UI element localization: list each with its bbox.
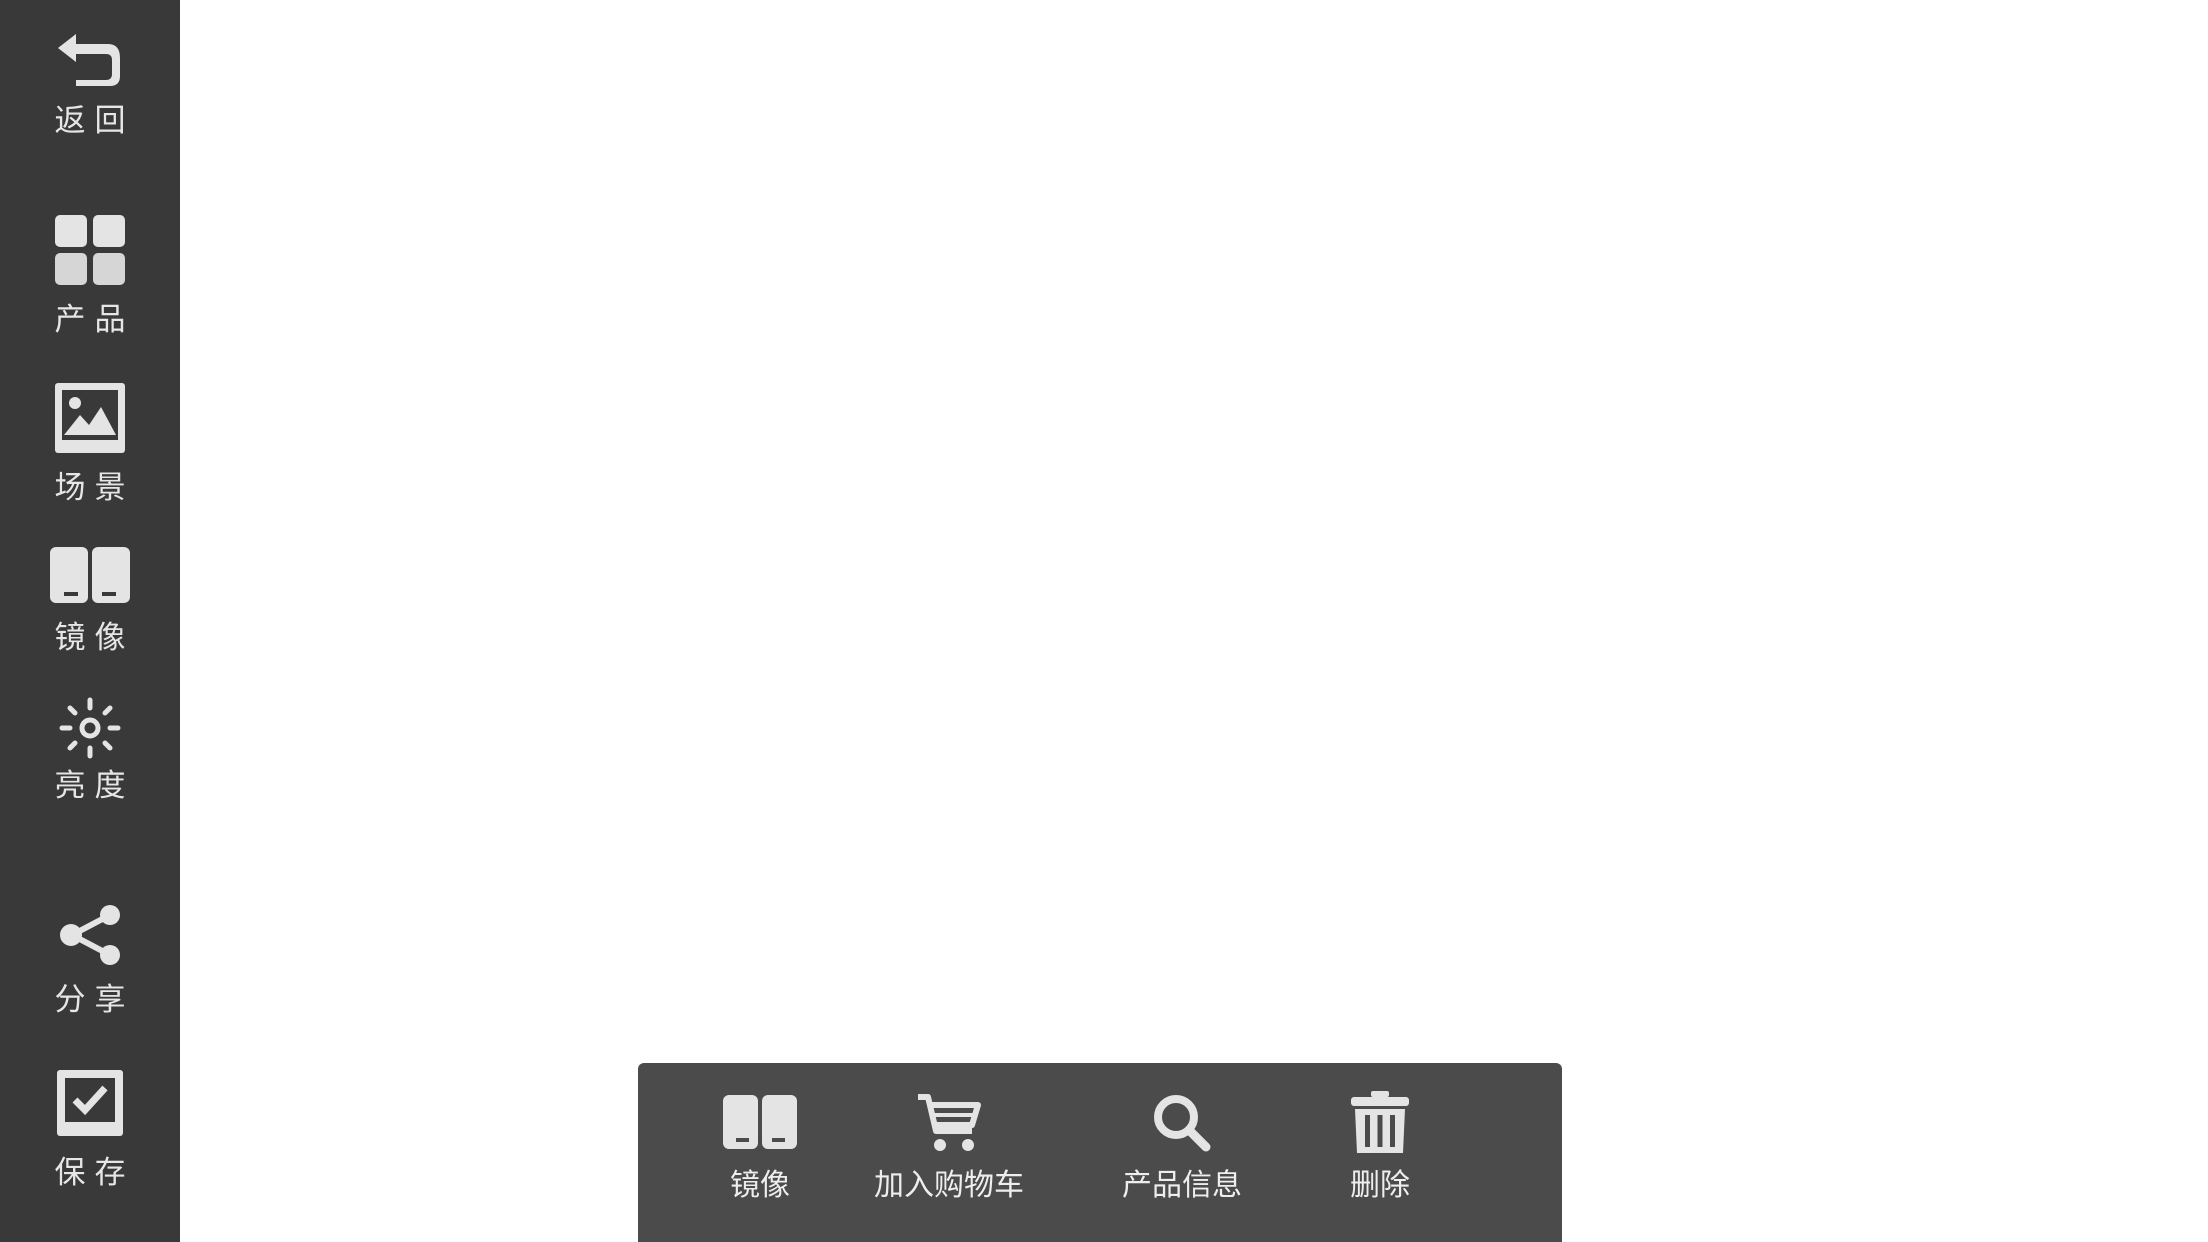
sidebar-item-brightness[interactable]: 亮度 bbox=[0, 697, 180, 802]
sidebar: 返回 产品 场景 镜像 亮度 分享 保存 bbox=[0, 0, 180, 1242]
delete-button[interactable]: 删除 bbox=[1330, 1063, 1430, 1242]
delete-label: 删除 bbox=[1350, 1168, 1410, 1203]
mirror-button[interactable]: 镜像 bbox=[710, 1063, 810, 1242]
image-icon bbox=[55, 383, 125, 453]
mirror-button-label: 镜像 bbox=[730, 1168, 790, 1203]
add-to-cart-label: 加入购物车 bbox=[874, 1168, 1024, 1203]
sun-icon bbox=[59, 697, 121, 759]
sidebar-item-back[interactable]: 返回 bbox=[0, 30, 180, 137]
sidebar-item-product[interactable]: 产品 bbox=[0, 215, 180, 336]
checkbox-icon bbox=[57, 1070, 123, 1136]
bottom-toolbar: 镜像 加入购物车 产品信息 删除 bbox=[638, 1063, 1562, 1242]
sidebar-item-label: 镜像 bbox=[54, 620, 135, 656]
cart-icon bbox=[916, 1091, 982, 1153]
sidebar-item-label: 产品 bbox=[54, 302, 135, 338]
product-info-button[interactable]: 产品信息 bbox=[1112, 1063, 1252, 1242]
design-canvas[interactable] bbox=[180, 0, 2208, 1242]
grid-icon bbox=[55, 215, 125, 285]
search-icon bbox=[1152, 1093, 1212, 1153]
sidebar-item-share[interactable]: 分享 bbox=[0, 905, 180, 1016]
sidebar-item-label: 保存 bbox=[54, 1155, 135, 1191]
add-to-cart-button[interactable]: 加入购物车 bbox=[874, 1063, 1024, 1242]
sidebar-item-save[interactable]: 保存 bbox=[0, 1070, 180, 1189]
sidebar-item-scene[interactable]: 场景 bbox=[0, 383, 180, 504]
sidebar-item-label: 亮度 bbox=[54, 768, 135, 804]
product-info-label: 产品信息 bbox=[1122, 1168, 1242, 1203]
sidebar-item-label: 返回 bbox=[54, 103, 135, 139]
share-icon bbox=[58, 905, 122, 965]
mirror-icon bbox=[50, 547, 130, 603]
sidebar-item-label: 分享 bbox=[54, 982, 135, 1018]
sidebar-item-label: 场景 bbox=[54, 470, 135, 506]
sidebar-item-mirror[interactable]: 镜像 bbox=[0, 547, 180, 654]
trash-icon bbox=[1351, 1091, 1409, 1153]
back-arrow-icon bbox=[54, 30, 126, 86]
mirror-icon bbox=[723, 1095, 797, 1149]
